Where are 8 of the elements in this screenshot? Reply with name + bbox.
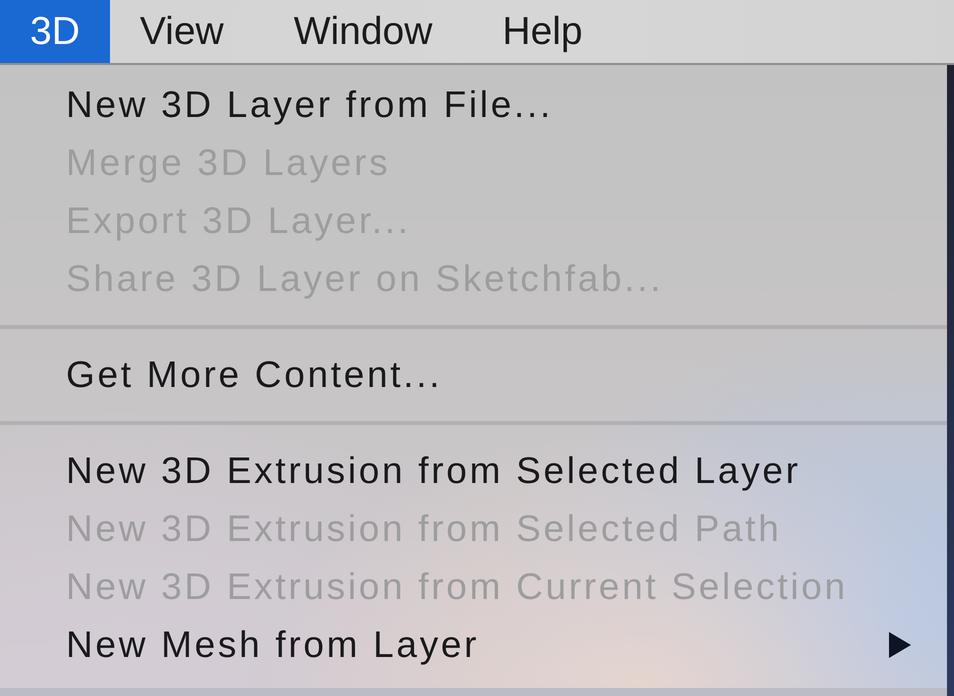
menu-item[interactable]: New 3D Layer from File... xyxy=(0,76,947,134)
menu-bar-item[interactable]: 3D xyxy=(0,0,110,63)
menu-item[interactable]: New 3D Extrusion from Selected Layer xyxy=(0,442,947,500)
menu-item[interactable]: New Mesh from Layer xyxy=(0,616,947,674)
menu-bar-item[interactable]: View xyxy=(110,0,254,63)
menu-bar-item[interactable]: Help xyxy=(472,0,613,63)
menu-item[interactable]: Get More Content... xyxy=(0,346,947,404)
menu-bar-item[interactable]: Window xyxy=(264,0,462,63)
